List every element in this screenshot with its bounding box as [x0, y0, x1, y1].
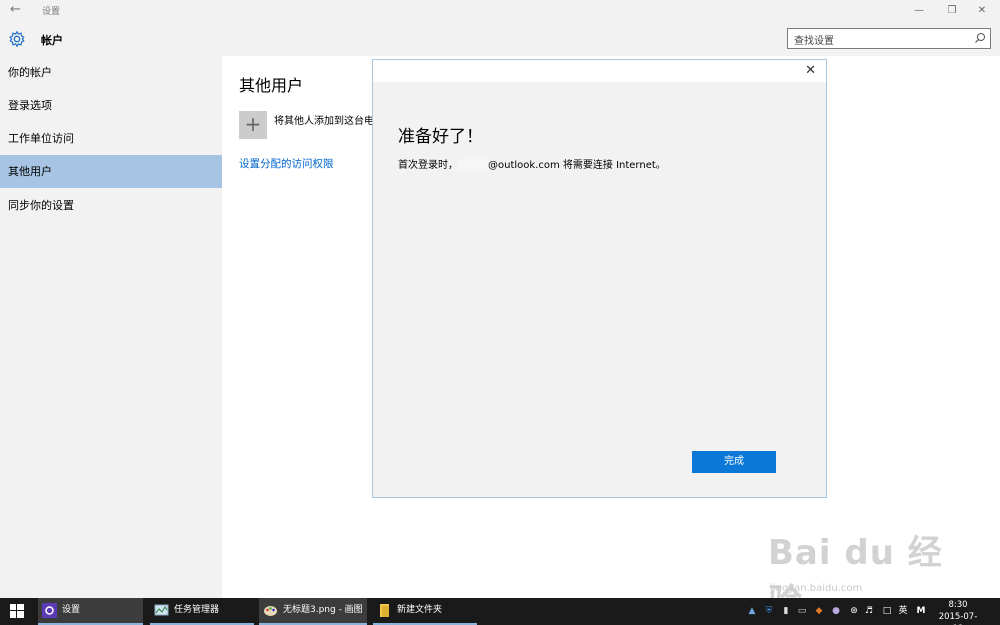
paint-app-icon — [264, 606, 277, 616]
battery-icon[interactable]: ▮ — [780, 602, 792, 620]
search-placeholder: 查找设置 — [794, 36, 834, 47]
search-input[interactable]: 查找设置 — [787, 28, 991, 49]
watermark-url: jingyan.baidu.com — [770, 583, 863, 594]
sidebar-item-sync-settings[interactable]: 同步你的设置 — [0, 189, 222, 222]
back-arrow-icon[interactable]: ← — [10, 3, 24, 17]
window-title: 设置 — [42, 7, 61, 17]
sidebar-item-work-access[interactable]: 工作单位访问 — [0, 122, 222, 155]
page-section-title: 帐户 — [41, 34, 63, 47]
ready-dialog: ✕ 准备好了！ 首次登录时， @outlook.com 将需要连接 Interne… — [372, 59, 827, 498]
page-title: 其他用户 — [239, 76, 304, 95]
shield-icon[interactable]: ⛨ — [763, 602, 775, 620]
sidebar-item-sign-in-options[interactable]: 登录选项 — [0, 89, 222, 122]
assigned-access-link[interactable]: 设置分配的访问权限 — [239, 156, 334, 171]
redacted-email — [458, 159, 488, 171]
taskbar-item-label: 任务管理器 — [174, 605, 220, 615]
taskbar-item-label: 设置 — [62, 605, 81, 615]
close-window-button[interactable]: ✕ — [968, 2, 996, 20]
taskbar-item-task-manager[interactable]: 任务管理器 — [150, 598, 254, 625]
restore-button[interactable]: ❐ — [938, 2, 966, 20]
volume-icon[interactable]: ♬ — [863, 602, 875, 620]
done-button[interactable]: 完成 — [692, 451, 776, 473]
settings-app-icon — [42, 603, 57, 618]
taskbar-item-new-folder[interactable]: 新建文件夹 — [373, 598, 477, 625]
windows-start-icon[interactable] — [10, 604, 24, 618]
add-user-plus-icon[interactable]: + — [239, 111, 267, 139]
sidebar-item-other-users[interactable]: 其他用户 — [0, 155, 222, 188]
clock-time: 8:30 — [948, 600, 968, 610]
taskbar-item-label: 无标题3.png - 画图 — [283, 605, 363, 615]
sidebar-item-your-account[interactable]: 你的帐户 — [0, 56, 222, 89]
sidebar: 你的帐户 登录选项 工作单位访问 其他用户 同步你的设置 — [0, 56, 222, 598]
device-icon[interactable]: ▭ — [796, 602, 808, 620]
add-user-button[interactable]: 将其他人添加到这台电 — [274, 112, 374, 127]
settings-header: 帐户 查找设置 — [0, 22, 1000, 56]
dialog-message-suffix: @outlook.com 将需要连接 Internet。 — [488, 160, 666, 171]
close-icon[interactable]: ✕ — [805, 63, 816, 78]
task-manager-icon — [154, 604, 169, 616]
network-tray-icon[interactable]: ▲ — [746, 602, 758, 620]
folder-icon — [380, 604, 389, 617]
ime-indicator[interactable]: 英 — [896, 602, 910, 620]
dialog-top-bar: ✕ — [373, 60, 826, 82]
taskbar-item-label: 新建文件夹 — [397, 605, 443, 615]
minimize-button[interactable]: — — [905, 2, 933, 20]
clock-date: 2015-07-13 — [938, 612, 978, 625]
search-icon[interactable] — [974, 32, 986, 44]
keyboard-icon[interactable]: M — [914, 602, 928, 620]
taskbar-item-settings[interactable]: 设置 — [38, 598, 143, 625]
wifi-icon[interactable]: ⊛ — [847, 602, 861, 620]
gear-icon — [9, 30, 25, 48]
taskbar-item-paint[interactable]: 无标题3.png - 画图 — [259, 598, 367, 625]
taskbar: 设置 任务管理器 无标题3.png - 画图 新建文件夹 ▲ ⛨ ▮ ▭ ◆ ●… — [0, 598, 1000, 625]
color-tray-icon[interactable]: ● — [830, 602, 842, 620]
dialog-message-prefix: 首次登录时， — [398, 160, 458, 171]
notification-icon[interactable]: □ — [880, 602, 894, 620]
baidu-watermark: Bai du 经验 jingyan.baidu.com — [760, 515, 960, 622]
system-clock[interactable]: 8:30 2015-07-13 — [936, 599, 980, 625]
title-bar: ← 设置 — ❐ ✕ — [0, 0, 1000, 22]
app-tray-icon[interactable]: ◆ — [812, 602, 826, 620]
dialog-heading: 准备好了！ — [398, 127, 483, 147]
dialog-message: 首次登录时， @outlook.com 将需要连接 Internet。 — [398, 156, 666, 171]
